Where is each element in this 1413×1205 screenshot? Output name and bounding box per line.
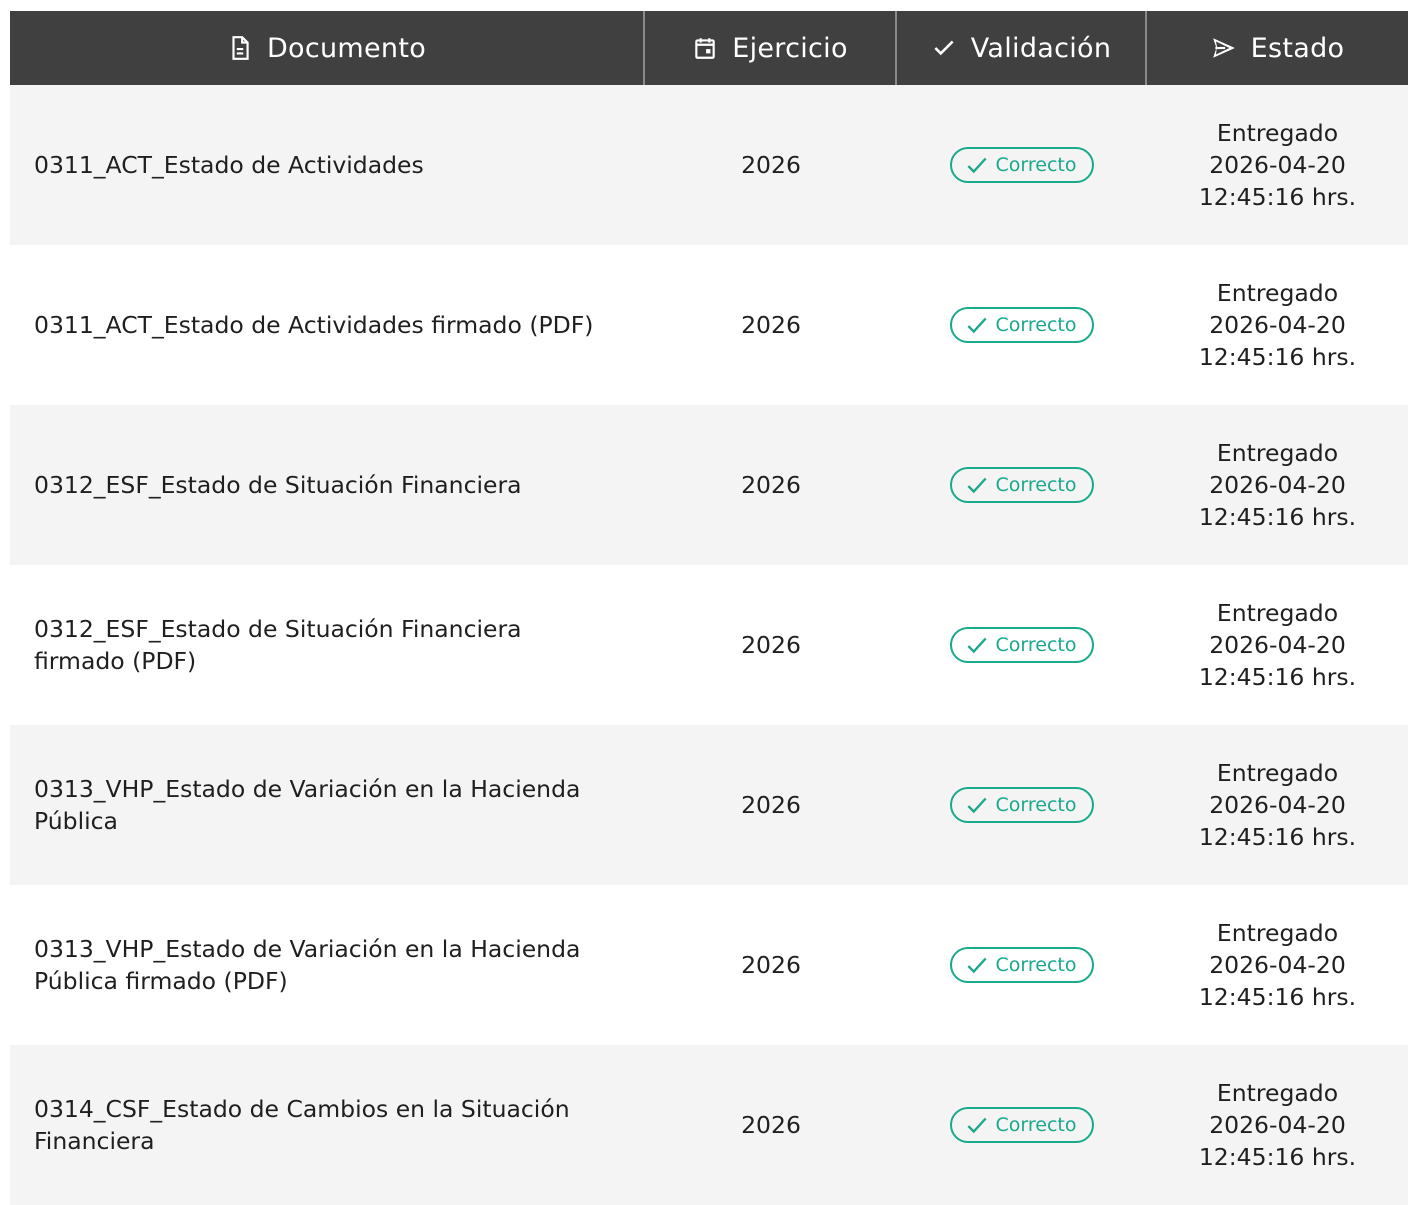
document-icon (232, 36, 249, 60)
status-badge: Correcto (949, 467, 1095, 503)
check-icon (966, 157, 987, 174)
cell-validacion: Correcto (897, 565, 1147, 725)
estado-date: 2026-04-20 (1209, 471, 1346, 499)
badge-label: Correcto (995, 314, 1077, 336)
estado-date: 2026-04-20 (1209, 311, 1346, 339)
estado-time: 12:45:16 hrs. (1198, 1143, 1357, 1171)
cell-documento: 0312_ESF_Estado de Situación Financiera … (34, 615, 522, 675)
cell-documento: 0312_ESF_Estado de Situación Financiera (34, 471, 522, 499)
table-row[interactable]: 0312_ESF_Estado de Situación Financiera … (10, 405, 1408, 565)
cell-ejercicio: 2026 (741, 791, 801, 819)
cell-estado: Entregado 2026-04-20 12:45:16 hrs. (1147, 565, 1408, 725)
check-icon (966, 957, 987, 974)
estado-date: 2026-04-20 (1209, 951, 1346, 979)
column-header-label: Documento (266, 32, 427, 64)
cell-documento: 0313_VHP_Estado de Variación en la Hacie… (34, 775, 581, 835)
badge-label: Correcto (995, 154, 1077, 176)
cell-documento: 0313_VHP_Estado de Variación en la Hacie… (34, 935, 581, 995)
badge-label: Correcto (995, 794, 1077, 816)
cell-documento: 0311_ACT_Estado de Actividades (34, 151, 424, 179)
cell-validacion: Correcto (897, 405, 1147, 565)
cell-ejercicio: 2026 (741, 1111, 801, 1139)
cell-validacion: Correcto (897, 725, 1147, 885)
cell-validacion: Correcto (897, 245, 1147, 405)
estado-status: Entregado (1216, 119, 1339, 147)
badge-label: Correcto (995, 1114, 1077, 1136)
cell-validacion: Correcto (897, 85, 1147, 245)
estado-status: Entregado (1216, 919, 1339, 947)
estado-status: Entregado (1216, 599, 1339, 627)
status-badge: Correcto (949, 1107, 1095, 1143)
status-badge: Correcto (949, 787, 1095, 823)
table-body: 0311_ACT_Estado de Actividades 2026 Corr… (10, 85, 1408, 1205)
estado-time: 12:45:16 hrs. (1198, 823, 1357, 851)
estado-time: 12:45:16 hrs. (1198, 663, 1357, 691)
table-header: Documento Ejercicio Validación Estado (10, 11, 1408, 85)
cell-validacion: Correcto (897, 1045, 1147, 1205)
cell-estado: Entregado 2026-04-20 12:45:16 hrs. (1147, 85, 1408, 245)
badge-label: Correcto (995, 634, 1077, 656)
status-badge: Correcto (949, 147, 1095, 183)
estado-date: 2026-04-20 (1209, 791, 1346, 819)
cell-ejercicio: 2026 (741, 631, 801, 659)
estado-time: 12:45:16 hrs. (1198, 503, 1357, 531)
status-badge: Correcto (949, 627, 1095, 663)
estado-date: 2026-04-20 (1209, 151, 1346, 179)
column-header-label: Ejercicio (732, 32, 848, 64)
cell-ejercicio: 2026 (741, 471, 801, 499)
cell-estado: Entregado 2026-04-20 12:45:16 hrs. (1147, 725, 1408, 885)
estado-date: 2026-04-20 (1209, 631, 1346, 659)
cell-documento: 0314_CSF_Estado de Cambios en la Situaci… (34, 1095, 570, 1155)
table-row[interactable]: 0313_VHP_Estado de Variación en la Hacie… (10, 885, 1408, 1045)
status-badge: Correcto (949, 947, 1095, 983)
estado-status: Entregado (1216, 279, 1339, 307)
cell-validacion: Correcto (897, 885, 1147, 1045)
cell-documento: 0311_ACT_Estado de Actividades firmado (… (34, 311, 594, 339)
column-header-label: Estado (1250, 32, 1345, 64)
cell-estado: Entregado 2026-04-20 12:45:16 hrs. (1147, 1045, 1408, 1205)
status-badge: Correcto (949, 307, 1095, 343)
cell-ejercicio: 2026 (741, 151, 801, 179)
estado-time: 12:45:16 hrs. (1198, 183, 1357, 211)
estado-date: 2026-04-20 (1209, 1111, 1346, 1139)
check-icon (966, 1117, 987, 1134)
table-row[interactable]: 0313_VHP_Estado de Variación en la Hacie… (10, 725, 1408, 885)
check-icon (966, 477, 987, 494)
column-header-ejercicio[interactable]: Ejercicio (645, 11, 897, 85)
cell-estado: Entregado 2026-04-20 12:45:16 hrs. (1147, 885, 1408, 1045)
estado-status: Entregado (1216, 439, 1339, 467)
estado-time: 12:45:16 hrs. (1198, 983, 1357, 1011)
badge-label: Correcto (995, 474, 1077, 496)
column-header-label: Validación (970, 32, 1112, 64)
send-icon (1212, 38, 1235, 58)
check-icon (934, 40, 954, 56)
cell-ejercicio: 2026 (741, 311, 801, 339)
column-header-documento[interactable]: Documento (10, 11, 645, 85)
estado-status: Entregado (1216, 1079, 1339, 1107)
cell-estado: Entregado 2026-04-20 12:45:16 hrs. (1147, 245, 1408, 405)
check-icon (966, 797, 987, 814)
badge-label: Correcto (995, 954, 1077, 976)
calendar-icon (695, 38, 715, 59)
table-row[interactable]: 0314_CSF_Estado de Cambios en la Situaci… (10, 1045, 1408, 1205)
column-header-validacion[interactable]: Validación (897, 11, 1147, 85)
table-row[interactable]: 0312_ESF_Estado de Situación Financiera … (10, 565, 1408, 725)
cell-ejercicio: 2026 (741, 951, 801, 979)
documents-table: Documento Ejercicio Validación Estado 03… (10, 11, 1408, 1205)
check-icon (966, 637, 987, 654)
table-row[interactable]: 0311_ACT_Estado de Actividades firmado (… (10, 245, 1408, 405)
estado-status: Entregado (1216, 759, 1339, 787)
cell-estado: Entregado 2026-04-20 12:45:16 hrs. (1147, 405, 1408, 565)
estado-time: 12:45:16 hrs. (1198, 343, 1357, 371)
check-icon (966, 317, 987, 334)
column-header-estado[interactable]: Estado (1147, 11, 1408, 85)
table-row[interactable]: 0311_ACT_Estado de Actividades 2026 Corr… (10, 85, 1408, 245)
